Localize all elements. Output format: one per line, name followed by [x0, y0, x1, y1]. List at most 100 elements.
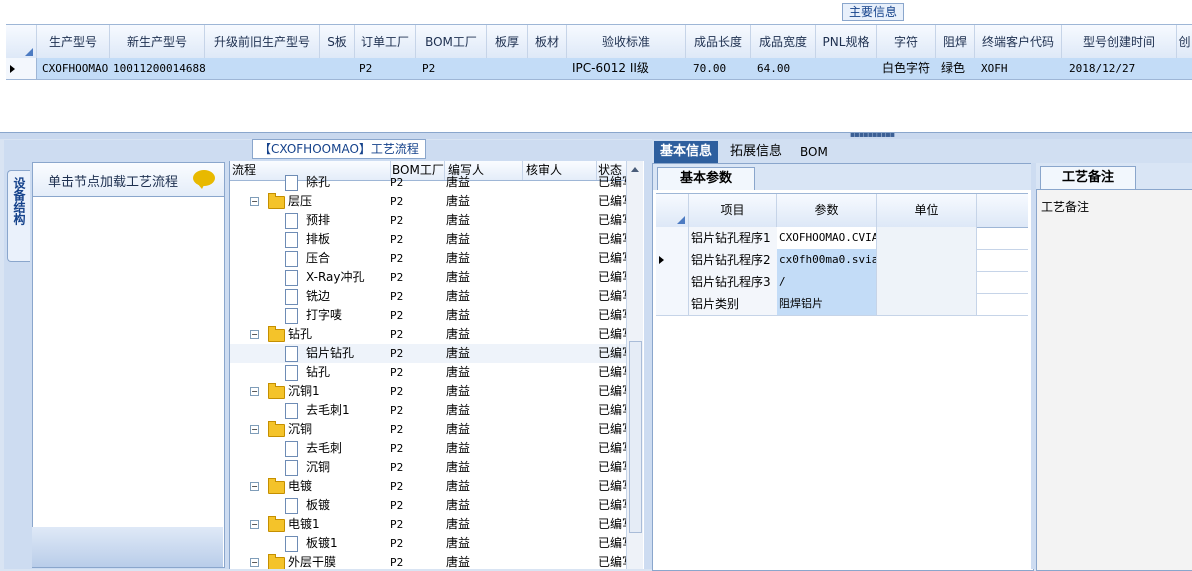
cell-created-date[interactable]: 2018/12/27	[1066, 58, 1179, 79]
tab-basic-params[interactable]: 基本参数	[657, 167, 755, 190]
param-row-indicator[interactable]	[656, 249, 689, 271]
col-header[interactable]: 字符	[877, 25, 936, 59]
col-header[interactable]: 订单工厂	[355, 25, 416, 59]
vertical-splitter[interactable]	[644, 140, 652, 569]
tree-row[interactable]: X-Ray冲孔P2唐益已编写	[230, 268, 630, 287]
tree-row[interactable]: 排板P2唐益已编写	[230, 230, 630, 249]
scroll-thumb[interactable]	[629, 341, 642, 533]
tree-row[interactable]: −沉铜1P2唐益已编写	[230, 382, 630, 401]
param-row-indicator[interactable]	[656, 271, 689, 293]
tab-basic-info[interactable]: 基本信息	[654, 141, 719, 163]
col-header[interactable]: 型号创建时间	[1062, 25, 1177, 59]
col-header[interactable]: 终端客户代码	[975, 25, 1062, 59]
tree-row[interactable]: −层压P2唐益已编写	[230, 192, 630, 211]
row-indicator[interactable]	[6, 58, 37, 79]
collapse-icon[interactable]: −	[250, 520, 259, 529]
tree-row[interactable]: −外层干膜P2唐益已编写	[230, 553, 630, 569]
col-header[interactable]: BOM工厂	[416, 25, 487, 59]
tree-row[interactable]: 沉铜P2唐益已编写	[230, 458, 630, 477]
document-icon	[285, 403, 298, 419]
param-value[interactable]: 阻焊铝片	[777, 293, 877, 315]
param-item[interactable]: 铝片钻孔程序2	[689, 249, 778, 271]
col-header[interactable]: 升级前旧生产型号	[205, 25, 320, 59]
tree-row[interactable]: 去毛刺P2唐益已编写	[230, 439, 630, 458]
collapse-icon[interactable]: −	[250, 482, 259, 491]
cell-soldermask[interactable]: 绿色	[938, 58, 979, 79]
col-header[interactable]: 成品长度	[686, 25, 751, 59]
params-col-header[interactable]: 参数	[777, 194, 877, 227]
table-row[interactable]: CXOFHOOMAO 10011200014688 P2 P2 IPC-6012…	[6, 58, 1192, 80]
tree-row[interactable]: −电镀P2唐益已编写	[230, 477, 630, 496]
col-header[interactable]: PNL规格	[816, 25, 877, 59]
scroll-up-icon[interactable]	[631, 167, 639, 172]
tree-row[interactable]: 铣边P2唐益已编写	[230, 287, 630, 306]
process-notes-panel[interactable]: 工艺备注	[1036, 189, 1192, 571]
param-unit[interactable]	[877, 249, 977, 271]
tree-row[interactable]: −钻孔P2唐益已编写	[230, 325, 630, 344]
tree-row[interactable]: 压合P2唐益已编写	[230, 249, 630, 268]
cell-order-factory[interactable]: P2	[355, 58, 419, 79]
param-unit[interactable]	[877, 227, 977, 249]
tree-row[interactable]: −沉铜P2唐益已编写	[230, 420, 630, 439]
col-header[interactable]: 板厚	[487, 25, 528, 59]
tab-extended-info[interactable]: 拓展信息	[724, 141, 788, 163]
collapse-icon[interactable]: −	[250, 197, 259, 206]
cell-standard[interactable]: IPC-6012 II级	[569, 58, 690, 79]
tree-node-label: 铣边	[306, 289, 331, 303]
cell-length[interactable]: 70.00	[690, 58, 757, 79]
param-row-indicator[interactable]	[656, 293, 689, 315]
collapse-icon[interactable]: −	[250, 387, 259, 396]
param-unit[interactable]	[877, 271, 977, 293]
tree-writer: 唐益	[446, 517, 471, 531]
param-row-indicator[interactable]	[656, 227, 689, 249]
col-header[interactable]: 板材	[528, 25, 567, 59]
cell-bom-factory[interactable]: P2	[416, 58, 492, 79]
tree-row[interactable]: −电镀1P2唐益已编写	[230, 515, 630, 534]
tree-row[interactable]: 预排P2唐益已编写	[230, 211, 630, 230]
col-header[interactable]: 验收标准	[567, 25, 686, 59]
collapse-icon[interactable]: −	[250, 330, 259, 339]
col-header[interactable]: 生产型号	[37, 25, 110, 59]
cell-new-model[interactable]: 10011200014688	[110, 58, 207, 79]
params-select-all[interactable]	[656, 194, 689, 227]
tab-process-notes[interactable]: 工艺备注	[1040, 166, 1136, 189]
tree-scrollbar[interactable]	[626, 161, 643, 569]
param-unit[interactable]	[877, 293, 977, 315]
tree-row[interactable]: 打字唛P2唐益已编写	[230, 306, 630, 325]
params-col-header[interactable]: 单位	[877, 194, 977, 227]
cell-customer-code[interactable]: XOFH	[978, 58, 1067, 79]
collapse-icon[interactable]: −	[250, 425, 259, 434]
tree-row[interactable]: 去毛刺1P2唐益已编写	[230, 401, 630, 420]
param-row[interactable]: 铝片类别 阻焊铝片	[656, 293, 1028, 316]
collapse-icon[interactable]: −	[250, 558, 259, 567]
cell-width[interactable]: 64.00	[754, 58, 821, 79]
param-row[interactable]: 铝片钻孔程序2 cx0fh00ma0.svia	[656, 249, 1028, 272]
params-col-header[interactable]: 项目	[689, 194, 777, 227]
tree-node-label: 沉铜	[288, 422, 313, 436]
param-value[interactable]: cx0fh00ma0.svia	[777, 249, 877, 271]
tree-row[interactable]: 铝片钻孔P2唐益已编写	[230, 344, 630, 363]
col-header[interactable]: S板	[320, 25, 355, 59]
param-item[interactable]: 铝片钻孔程序3	[689, 271, 778, 293]
param-value[interactable]: /	[777, 271, 877, 293]
tree-bom-factory: P2	[390, 385, 404, 398]
col-header[interactable]: 新生产型号	[110, 25, 205, 59]
col-header[interactable]: 创	[1177, 25, 1192, 59]
tree-row[interactable]: 钻孔P2唐益已编写	[230, 363, 630, 382]
param-item[interactable]: 铝片钻孔程序1	[689, 227, 778, 249]
select-all-corner[interactable]	[6, 25, 37, 59]
device-structure-tab[interactable]: 设备结构	[7, 170, 30, 262]
cell-model[interactable]: CXOFHOOMAO	[39, 58, 114, 79]
tree-writer: 唐益	[446, 555, 471, 569]
param-row[interactable]: 铝片钻孔程序1 CXOFHOOMAO.CVIA	[656, 227, 1028, 250]
col-header[interactable]: 阻焊	[936, 25, 975, 59]
cell-silkscreen[interactable]: 白色字符	[879, 58, 940, 79]
tab-bom[interactable]: BOM	[794, 141, 834, 163]
param-item[interactable]: 铝片类别	[689, 293, 778, 315]
param-row[interactable]: 铝片钻孔程序3/	[656, 271, 1028, 294]
col-header[interactable]: 成品宽度	[751, 25, 816, 59]
tree-row[interactable]: 板镀1P2唐益已编写	[230, 534, 630, 553]
param-value[interactable]: CXOFHOOMAO.CVIA	[777, 227, 877, 249]
tree-row[interactable]: 板镀P2唐益已编写	[230, 496, 630, 515]
tree-row[interactable]: 除孔P2唐益已编写	[230, 173, 630, 192]
